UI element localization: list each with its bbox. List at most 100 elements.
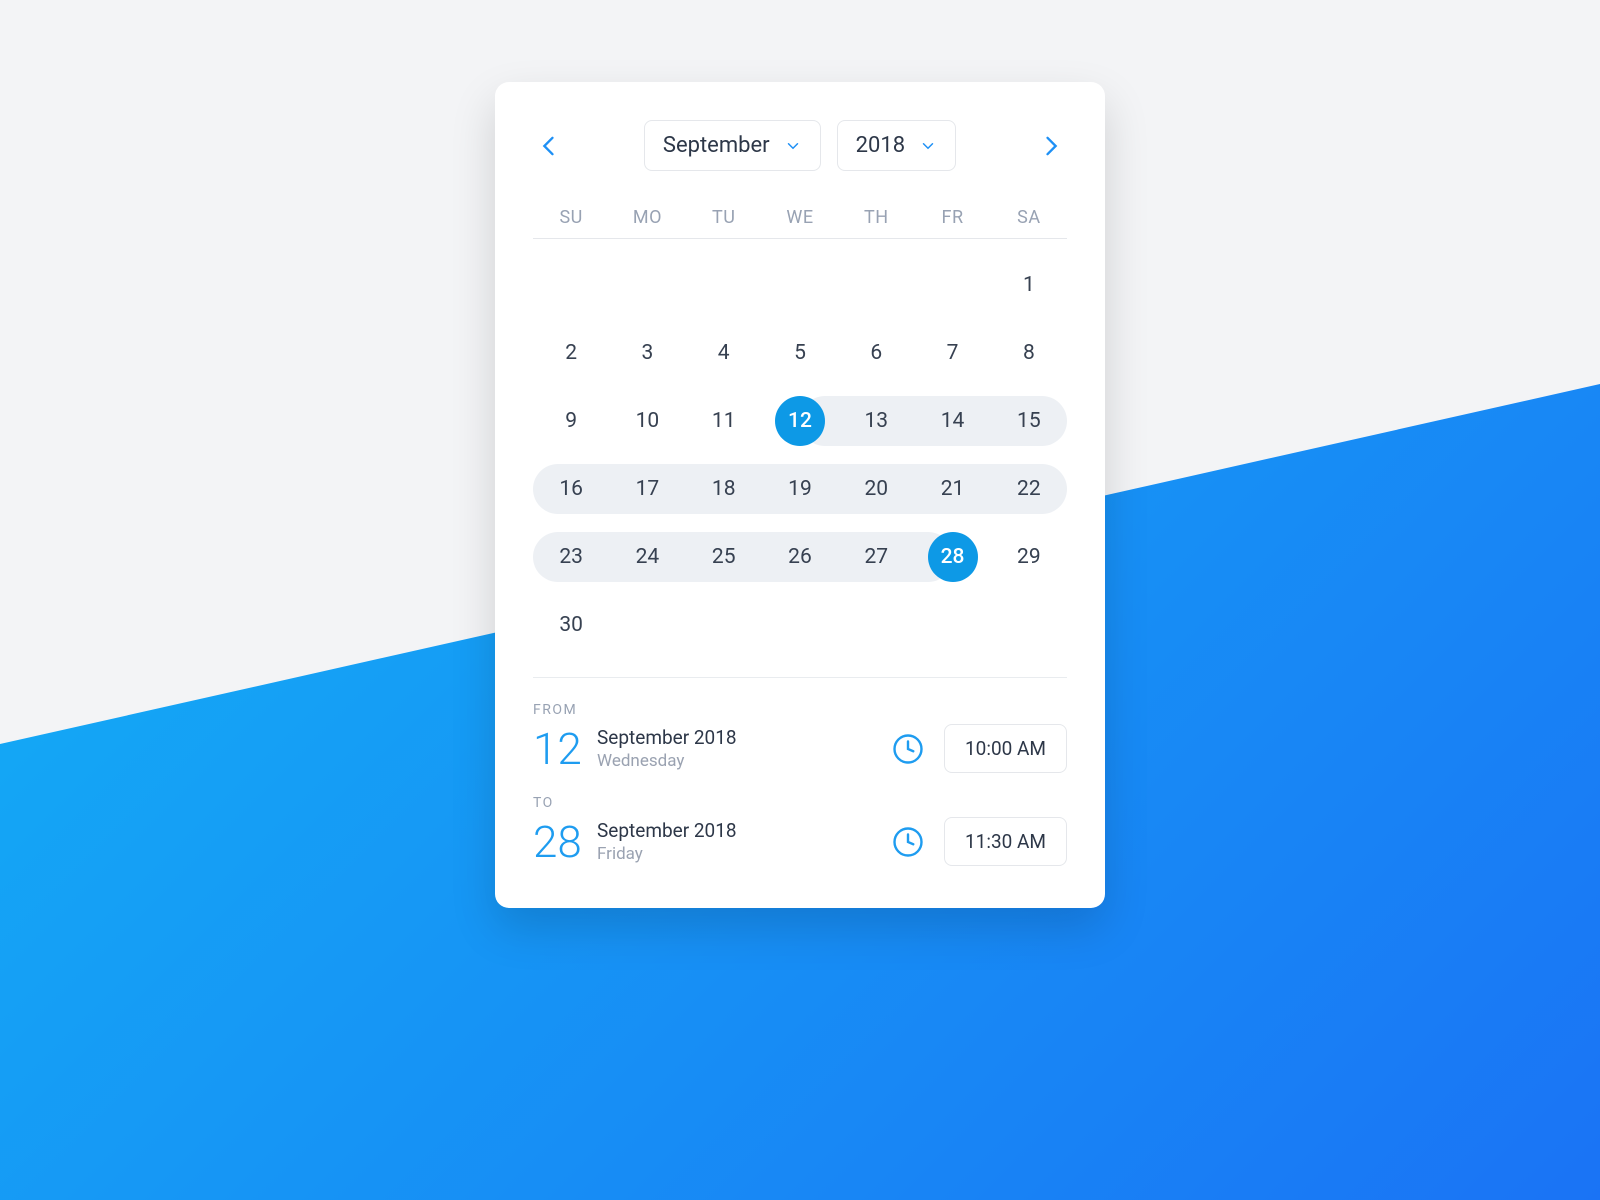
day-wrap xyxy=(609,599,685,651)
chevron-left-icon[interactable] xyxy=(535,132,563,160)
month-year-selects: September 2018 xyxy=(644,120,956,171)
day-cell[interactable]: 6 xyxy=(851,328,901,378)
to-time-value: 11:30 AM xyxy=(965,830,1046,853)
year-label: 2018 xyxy=(856,133,905,158)
day-wrap: 9 xyxy=(533,395,609,447)
from-time-value: 10:00 AM xyxy=(965,737,1046,760)
calendar-grid: SU MO TU WE TH FR SA 1234567891011121314… xyxy=(533,207,1067,659)
day-wrap: 1 xyxy=(991,259,1067,311)
day-wrap: 6 xyxy=(838,327,914,379)
day-cell[interactable]: 28 xyxy=(928,532,978,582)
day-wrap xyxy=(609,259,685,311)
day-cell[interactable]: 10 xyxy=(622,396,672,446)
day-wrap: 2 xyxy=(533,327,609,379)
week-row: 16171819202122 xyxy=(533,455,1067,523)
day-cell[interactable]: 5 xyxy=(775,328,825,378)
weekday-label: WE xyxy=(762,207,838,228)
weeks-container: 1234567891011121314151617181920212223242… xyxy=(533,251,1067,659)
day-wrap xyxy=(914,599,990,651)
to-text: September 2018 Friday xyxy=(597,819,737,864)
day-cell[interactable]: 27 xyxy=(851,532,901,582)
month-select[interactable]: September xyxy=(644,120,821,171)
day-wrap xyxy=(686,599,762,651)
from-month-year: September 2018 xyxy=(597,726,737,749)
day-wrap xyxy=(533,259,609,311)
day-wrap: 11 xyxy=(686,395,762,447)
day-wrap: 25 xyxy=(686,531,762,583)
day-cell[interactable]: 7 xyxy=(928,328,978,378)
date-range-picker: September 2018 SU MO TU WE TH FR SA xyxy=(495,82,1105,908)
day-wrap: 7 xyxy=(914,327,990,379)
day-cell[interactable]: 1 xyxy=(1004,260,1054,310)
day-wrap: 20 xyxy=(838,463,914,515)
from-row: 12 September 2018 Wednesday 10:00 AM xyxy=(533,724,1067,773)
to-weekday: Friday xyxy=(597,844,737,864)
to-month-year: September 2018 xyxy=(597,819,737,842)
day-wrap: 29 xyxy=(991,531,1067,583)
day-cell[interactable]: 26 xyxy=(775,532,825,582)
day-cell[interactable]: 25 xyxy=(699,532,749,582)
day-cell[interactable]: 29 xyxy=(1004,532,1054,582)
day-wrap: 15 xyxy=(991,395,1067,447)
day-cell[interactable]: 22 xyxy=(1004,464,1054,514)
day-cell[interactable]: 21 xyxy=(928,464,978,514)
day-cell[interactable]: 3 xyxy=(622,328,672,378)
day-cell[interactable]: 23 xyxy=(546,532,596,582)
day-cell[interactable]: 2 xyxy=(546,328,596,378)
day-wrap xyxy=(991,599,1067,651)
day-wrap: 13 xyxy=(838,395,914,447)
chevron-down-icon xyxy=(784,137,802,155)
day-wrap: 19 xyxy=(762,463,838,515)
week-row: 1 xyxy=(533,251,1067,319)
day-cell[interactable]: 12 xyxy=(775,396,825,446)
day-wrap: 26 xyxy=(762,531,838,583)
to-time-input[interactable]: 11:30 AM xyxy=(944,817,1067,866)
to-block: TO 28 September 2018 Friday 11:30 AM xyxy=(533,795,1067,866)
week-row: 23242526272829 xyxy=(533,523,1067,591)
day-wrap xyxy=(762,599,838,651)
week-row: 2345678 xyxy=(533,319,1067,387)
day-cell[interactable]: 30 xyxy=(546,600,596,650)
from-day: 12 xyxy=(533,727,597,771)
day-cell[interactable]: 14 xyxy=(928,396,978,446)
day-wrap: 3 xyxy=(609,327,685,379)
weekday-label: MO xyxy=(609,207,685,228)
day-cell[interactable]: 13 xyxy=(851,396,901,446)
day-wrap: 27 xyxy=(838,531,914,583)
day-wrap: 28 xyxy=(914,531,990,583)
day-cell[interactable]: 19 xyxy=(775,464,825,514)
from-time-input[interactable]: 10:00 AM xyxy=(944,724,1067,773)
day-wrap: 30 xyxy=(533,599,609,651)
day-cell[interactable]: 9 xyxy=(546,396,596,446)
day-cell[interactable]: 16 xyxy=(546,464,596,514)
chevron-down-icon xyxy=(919,137,937,155)
day-wrap xyxy=(914,259,990,311)
year-select[interactable]: 2018 xyxy=(837,120,956,171)
to-row: 28 September 2018 Friday 11:30 AM xyxy=(533,817,1067,866)
clock-icon xyxy=(890,824,926,860)
weekday-label: TH xyxy=(838,207,914,228)
day-cell[interactable]: 4 xyxy=(699,328,749,378)
weekday-row: SU MO TU WE TH FR SA xyxy=(533,207,1067,239)
weekday-label: FR xyxy=(914,207,990,228)
chevron-right-icon[interactable] xyxy=(1037,132,1065,160)
week-row: 9 10 11 12 13 14 15 xyxy=(533,387,1067,455)
week-row: 30 xyxy=(533,591,1067,659)
month-label: September xyxy=(663,133,770,158)
day-wrap: 16 xyxy=(533,463,609,515)
from-block: FROM 12 September 2018 Wednesday 10:00 A… xyxy=(533,702,1067,773)
day-wrap: 5 xyxy=(762,327,838,379)
day-wrap: 14 xyxy=(914,395,990,447)
day-wrap: 10 xyxy=(609,395,685,447)
day-wrap xyxy=(838,259,914,311)
day-cell[interactable]: 18 xyxy=(699,464,749,514)
day-wrap: 21 xyxy=(914,463,990,515)
day-cell[interactable]: 11 xyxy=(699,396,749,446)
day-cell[interactable]: 8 xyxy=(1004,328,1054,378)
day-cell[interactable]: 15 xyxy=(1004,396,1054,446)
to-label: TO xyxy=(533,795,1067,811)
day-cell[interactable]: 20 xyxy=(851,464,901,514)
from-weekday: Wednesday xyxy=(597,751,737,771)
to-day: 28 xyxy=(533,820,597,864)
day-wrap: 22 xyxy=(991,463,1067,515)
